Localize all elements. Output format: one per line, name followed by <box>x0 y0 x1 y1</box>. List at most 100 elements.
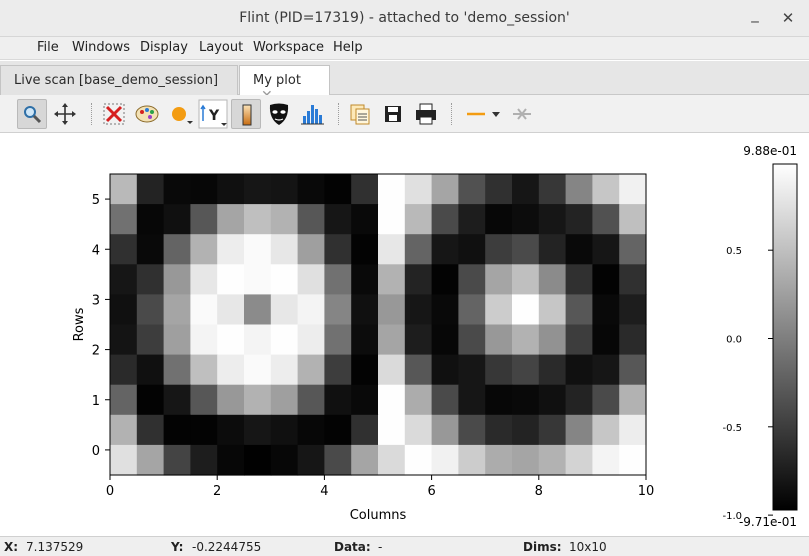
heatmap-cell <box>565 414 593 446</box>
heatmap-cell <box>163 384 191 416</box>
heatmap-cell <box>351 444 379 476</box>
y-tick-label: 1 <box>92 394 100 409</box>
heatmap-cell <box>485 264 513 295</box>
heatmap-cell <box>378 264 406 295</box>
window-title: Flint (PID=17319) - attached to 'demo_se… <box>239 10 570 26</box>
heatmap-cell <box>190 384 218 416</box>
y-axis-button[interactable]: Y <box>198 99 228 129</box>
minimize-button[interactable]: _ <box>745 4 765 24</box>
menu-windows[interactable]: Windows <box>72 40 130 55</box>
heatmap-cell <box>163 264 191 295</box>
heatmap-cell <box>538 384 567 416</box>
crosshair-button[interactable] <box>507 99 537 129</box>
heatmap-cell <box>217 444 245 476</box>
colorbar-toggle-button[interactable] <box>231 99 261 129</box>
marker-style-button[interactable] <box>165 99 195 129</box>
close-window-button[interactable]: ✕ <box>778 8 798 28</box>
heatmap-cell <box>190 354 218 386</box>
heatmap-chart[interactable]: 0 2 4 6 8 10 0 1 2 3 4 5 Columns Rows 9.88e-01 -9.71e-0… <box>0 134 809 536</box>
y-tick-label: 3 <box>92 293 100 308</box>
heatmap-cell <box>404 324 433 356</box>
heatmap-cell <box>190 234 218 265</box>
heatmap-cell <box>297 414 325 446</box>
heatmap-cell <box>404 234 433 265</box>
y-tick-label: 2 <box>92 344 100 359</box>
heatmap-cell <box>244 444 272 476</box>
heatmap-cell <box>458 324 486 356</box>
menu-help[interactable]: Help <box>333 40 363 55</box>
heatmap-cell <box>190 204 218 235</box>
menu-workspace[interactable]: Workspace <box>253 40 324 55</box>
heatmap-cell <box>592 174 620 205</box>
heatmap-cell <box>431 264 459 295</box>
plot-area[interactable]: 0 2 4 6 8 10 0 1 2 3 4 5 Columns Rows 9.88e-01 -9.71e-0… <box>0 134 809 536</box>
heatmap-cell <box>378 384 406 416</box>
heatmap-cell <box>163 414 191 446</box>
heatmap-cell <box>512 294 540 326</box>
mask-icon <box>269 103 289 125</box>
zoom-mode-button[interactable] <box>17 99 47 129</box>
tab-live-scan[interactable]: Live scan [base_demo_session] <box>0 65 238 95</box>
colorbar-tick-label: 0.5 <box>726 246 742 257</box>
heatmap-cell <box>270 174 299 205</box>
heatmap-cell <box>297 354 325 386</box>
heatmap-cell <box>619 294 647 326</box>
heatmap-cell <box>512 204 540 235</box>
heatmap-cell <box>324 444 352 476</box>
heatmap-cell <box>110 294 138 326</box>
x-coord-label: X: <box>4 540 19 554</box>
heatmap-cell <box>378 324 406 356</box>
heatmap-cell <box>270 384 299 416</box>
heatmap-cell <box>512 444 540 476</box>
heatmap-cell <box>163 324 191 356</box>
line-style-button[interactable] <box>464 99 504 129</box>
copy-button[interactable] <box>345 99 375 129</box>
save-icon <box>385 106 401 122</box>
colormap-button[interactable] <box>132 99 162 129</box>
heatmap-cell <box>136 444 165 476</box>
histogram-button[interactable] <box>297 99 327 129</box>
heatmap-cell <box>270 444 299 476</box>
y-axis-icon: Y <box>198 99 228 129</box>
heatmap-cell <box>217 294 245 326</box>
heatmap-cell <box>512 414 540 446</box>
heatmap-cell <box>324 294 352 326</box>
heatmap-cell <box>324 264 352 295</box>
heatmap-cell <box>458 414 486 446</box>
save-button[interactable] <box>378 99 408 129</box>
pan-mode-button[interactable] <box>50 99 80 129</box>
heatmap-cell <box>538 204 567 235</box>
heatmap-cell <box>136 264 165 295</box>
menu-layout[interactable]: Layout <box>199 40 243 55</box>
y-tick-label: 4 <box>92 243 100 258</box>
mask-tool-button[interactable] <box>264 99 294 129</box>
toolbar-separator <box>91 103 92 125</box>
heatmap-cell <box>619 444 647 476</box>
heatmap-cell <box>431 354 459 386</box>
menu-file[interactable]: File <box>37 40 59 55</box>
heatmap-cell <box>485 384 513 416</box>
heatmap-cell <box>110 444 138 476</box>
heatmap-cell <box>351 204 379 235</box>
heatmap-cell <box>190 264 218 295</box>
heatmap-cell <box>217 384 245 416</box>
heatmap-cell <box>458 354 486 386</box>
x-tick-label: 8 <box>535 484 543 499</box>
heatmap-cell <box>458 294 486 326</box>
heatmap-cell <box>270 204 299 235</box>
heatmap-cell <box>378 354 406 386</box>
menu-bar: File Windows Display Layout Workspace He… <box>0 37 809 60</box>
tab-my-plot[interactable]: My plot✕ <box>239 65 330 104</box>
menu-display[interactable]: Display <box>140 40 188 55</box>
heatmap-cell <box>378 234 406 265</box>
status-bar: X: 7.137529 Y: -0.2244755 Data: - Dims: … <box>0 536 809 556</box>
heatmap-cell <box>538 354 567 386</box>
tab-label: Live scan [base_demo_session] <box>14 73 219 88</box>
heatmap-cell <box>619 234 647 265</box>
reset-zoom-button[interactable] <box>99 99 129 129</box>
heatmap-cell <box>431 204 459 235</box>
heatmap-cell <box>592 294 620 326</box>
heatmap-cell <box>592 324 620 356</box>
heatmap-cell <box>136 294 165 326</box>
print-button[interactable] <box>411 99 441 129</box>
